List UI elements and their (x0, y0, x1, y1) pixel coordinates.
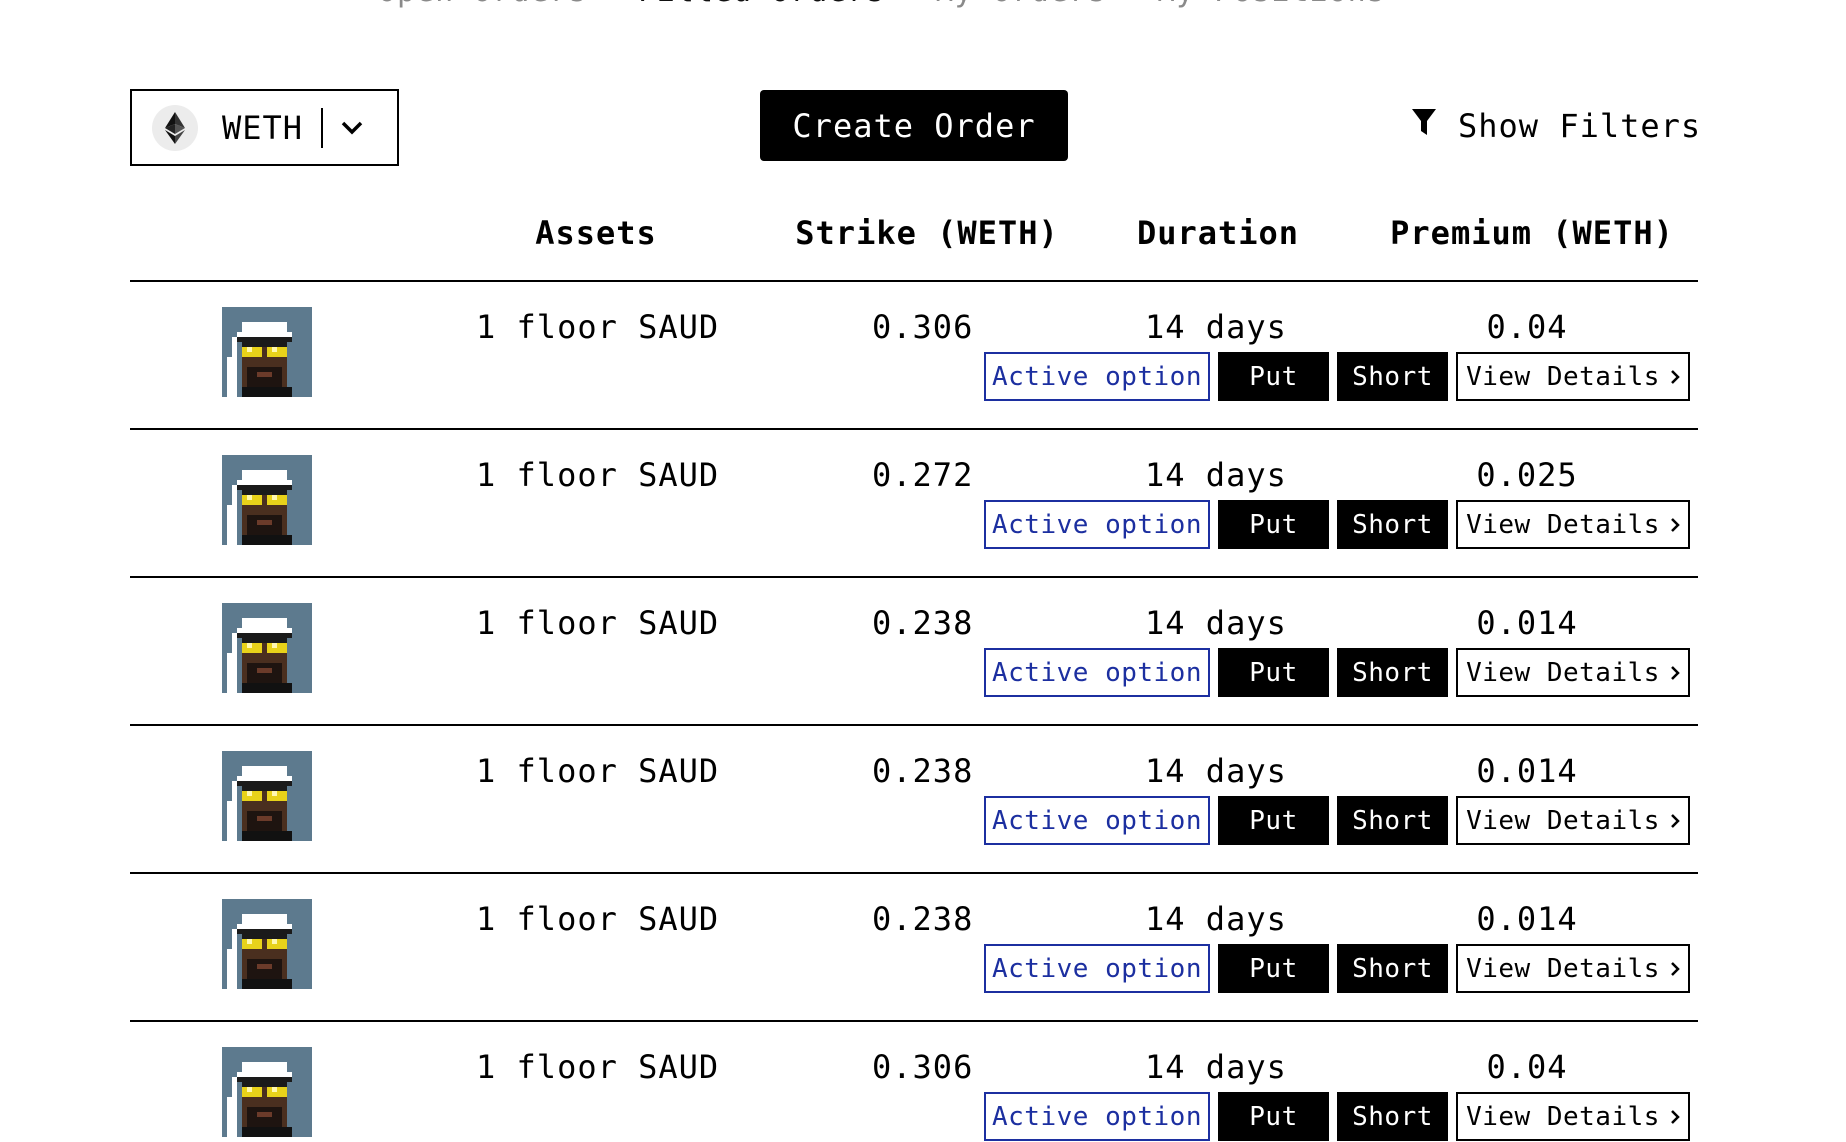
view-details-label: View Details (1466, 657, 1660, 688)
cell-strike: 0.306 (872, 308, 974, 346)
chevron-right-icon (1670, 806, 1680, 836)
view-details-button[interactable]: View Details (1456, 944, 1690, 993)
nft-avatar (222, 455, 312, 545)
chevron-right-icon (1670, 362, 1680, 392)
cell-assets: 1 floor SAUD (476, 456, 720, 494)
column-header-assets: Assets (535, 214, 657, 252)
asset-select-value: WETH (222, 108, 304, 147)
table-row: 1 floor SAUD 0.238 14 days 0.014 Active … (0, 578, 1846, 726)
chevron-down-icon[interactable] (341, 121, 363, 135)
cell-strike: 0.306 (872, 1048, 974, 1086)
tab-my-orders[interactable]: My Orders (936, 0, 1108, 14)
position-side-badge: Short (1337, 1092, 1448, 1141)
position-side-badge: Short (1337, 352, 1448, 401)
asset-select[interactable]: WETH (130, 89, 399, 166)
cell-duration: 14 days (1145, 752, 1287, 790)
chevron-right-icon (1670, 954, 1680, 984)
position-side-badge: Short (1337, 944, 1448, 993)
table-row: 1 floor SAUD 0.238 14 days 0.014 Active … (0, 726, 1846, 874)
options-orders-page: Open Orders Filled Orders My Orders My P… (0, 0, 1846, 1142)
table-header: Assets Strike (WETH) Duration Premium (W… (0, 214, 1846, 258)
status-badge: Active option (984, 648, 1210, 697)
chevron-right-icon (1670, 510, 1680, 540)
cell-duration: 14 days (1145, 456, 1287, 494)
table-row: 1 floor SAUD 0.306 14 days 0.04 Active o… (0, 282, 1846, 430)
ethereum-icon (152, 104, 198, 151)
status-badge: Active option (984, 500, 1210, 549)
table-row: 1 floor SAUD 0.238 14 days 0.014 Active … (0, 874, 1846, 1022)
nft-avatar (222, 1047, 312, 1137)
cell-strike: 0.238 (872, 752, 974, 790)
cell-premium: 0.014 (1476, 752, 1578, 790)
cell-assets: 1 floor SAUD (476, 900, 720, 938)
view-details-button[interactable]: View Details (1456, 648, 1690, 697)
nft-avatar (222, 899, 312, 989)
view-details-label: View Details (1466, 805, 1660, 836)
cell-premium: 0.025 (1476, 456, 1578, 494)
status-badge: Active option (984, 1092, 1210, 1141)
column-header-duration: Duration (1136, 214, 1300, 252)
status-badge: Active option (984, 352, 1210, 401)
tab-filled-orders[interactable]: Filled Orders (638, 0, 886, 14)
show-filters-button[interactable]: Show Filters (1412, 104, 1701, 148)
nft-avatar (222, 603, 312, 693)
status-badge: Active option (984, 944, 1210, 993)
position-side-badge: Short (1337, 648, 1448, 697)
show-filters-label: Show Filters (1458, 107, 1702, 145)
tab-my-positions[interactable]: My Positions (1157, 0, 1386, 14)
cell-premium: 0.014 (1476, 604, 1578, 642)
column-header-premium: Premium (WETH) (1390, 214, 1674, 252)
column-header-strike: Strike (WETH) (795, 214, 1059, 252)
view-details-button[interactable]: View Details (1456, 500, 1690, 549)
cell-assets: 1 floor SAUD (476, 752, 720, 790)
order-tabs: Open Orders Filled Orders My Orders My P… (378, 0, 1386, 14)
option-type-badge: Put (1218, 796, 1329, 845)
asset-select-divider (321, 107, 324, 148)
cell-premium: 0.014 (1476, 900, 1578, 938)
nft-avatar (222, 307, 312, 397)
position-side-badge: Short (1337, 796, 1448, 845)
position-side-badge: Short (1337, 500, 1448, 549)
option-type-badge: Put (1218, 648, 1329, 697)
option-type-badge: Put (1218, 500, 1329, 549)
tab-open-orders[interactable]: Open Orders (378, 0, 588, 14)
view-details-button[interactable]: View Details (1456, 796, 1690, 845)
status-badge: Active option (984, 796, 1210, 845)
table-row: 1 floor SAUD 0.306 14 days 0.04 Active o… (0, 1022, 1846, 1142)
chevron-right-icon (1670, 658, 1680, 688)
cell-premium: 0.04 (1486, 1048, 1568, 1086)
funnel-icon (1412, 107, 1436, 145)
view-details-label: View Details (1466, 509, 1660, 540)
create-order-button[interactable]: Create Order (760, 90, 1068, 161)
cell-duration: 14 days (1145, 604, 1287, 642)
view-details-button[interactable]: View Details (1456, 1092, 1690, 1141)
option-type-badge: Put (1218, 352, 1329, 401)
cell-strike: 0.238 (872, 900, 974, 938)
cell-assets: 1 floor SAUD (476, 308, 720, 346)
cell-strike: 0.238 (872, 604, 974, 642)
chevron-right-icon (1670, 1102, 1680, 1132)
cell-premium: 0.04 (1486, 308, 1568, 346)
nft-avatar (222, 751, 312, 841)
view-details-button[interactable]: View Details (1456, 352, 1690, 401)
cell-duration: 14 days (1145, 900, 1287, 938)
cell-assets: 1 floor SAUD (476, 604, 720, 642)
view-details-label: View Details (1466, 1101, 1660, 1132)
option-type-badge: Put (1218, 1092, 1329, 1141)
cell-duration: 14 days (1145, 308, 1287, 346)
view-details-label: View Details (1466, 361, 1660, 392)
table-row: 1 floor SAUD 0.272 14 days 0.025 Active … (0, 430, 1846, 578)
option-type-badge: Put (1218, 944, 1329, 993)
cell-duration: 14 days (1145, 1048, 1287, 1086)
view-details-label: View Details (1466, 953, 1660, 984)
cell-strike: 0.272 (872, 456, 974, 494)
cell-assets: 1 floor SAUD (476, 1048, 720, 1086)
